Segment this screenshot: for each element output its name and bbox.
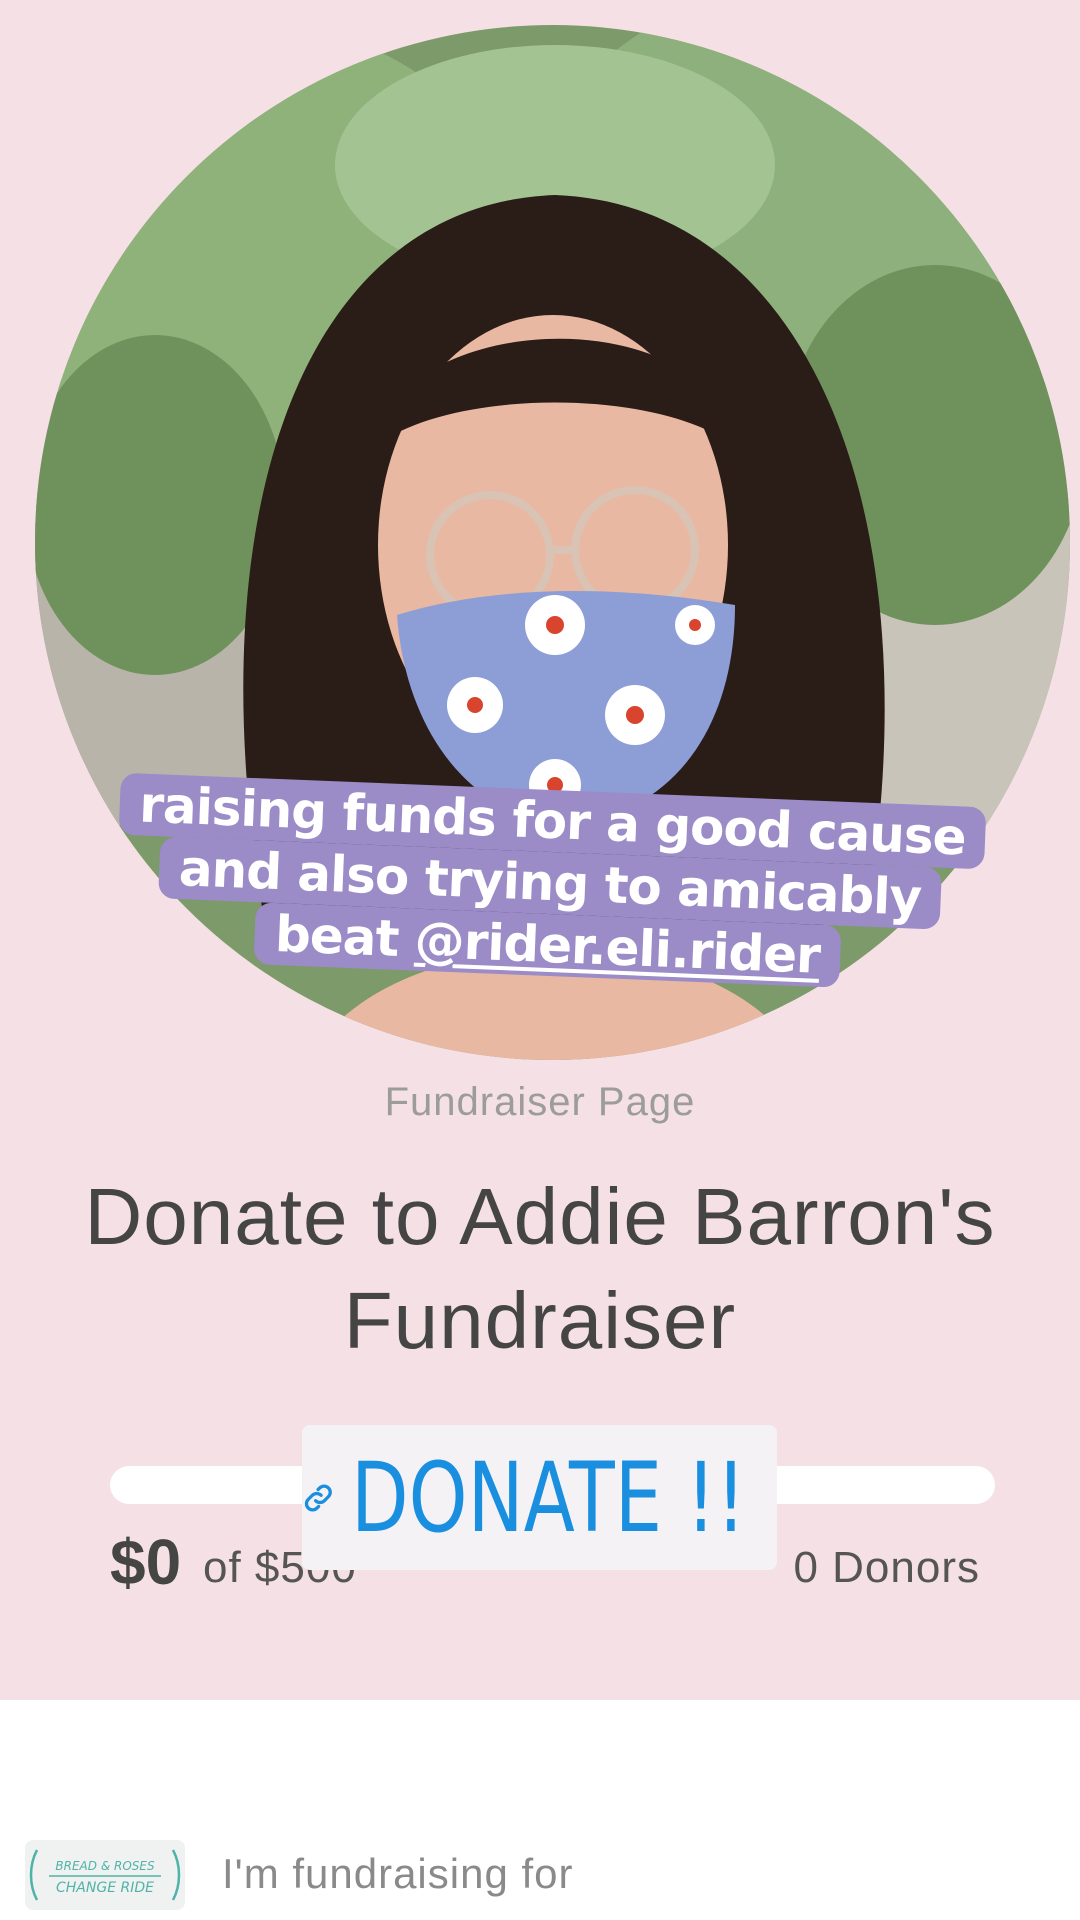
bottom-panel: BREAD & ROSES CHANGE RIDE I'm fundraisin…: [0, 1700, 1080, 1920]
caption-sticker: raising funds for a good cause and also …: [97, 772, 1004, 994]
raised-amount: $0: [110, 1526, 182, 1598]
caption-prefix: beat: [273, 905, 416, 969]
donate-label[interactable]: DONATE !!: [351, 1450, 746, 1546]
logo-text-line-1: BREAD & ROSES: [55, 1859, 155, 1873]
donate-link-sticker[interactable]: DONATE !!: [302, 1425, 777, 1570]
link-icon: [304, 1484, 332, 1511]
title-line-1: Donate to Addie Barron's: [84, 1172, 996, 1261]
fundraising-for-label: I'm fundraising for: [222, 1850, 574, 1897]
logo-text-line-2: CHANGE RIDE: [56, 1880, 154, 1896]
organization-logo[interactable]: BREAD & ROSES CHANGE RIDE: [25, 1840, 185, 1910]
page-title: Donate to Addie Barron's Fundraiser: [40, 1165, 1040, 1373]
title-line-2: Fundraiser: [343, 1276, 737, 1365]
page-label: Fundraiser Page: [384, 1080, 696, 1124]
donor-count: 0 Donors: [793, 1543, 980, 1592]
